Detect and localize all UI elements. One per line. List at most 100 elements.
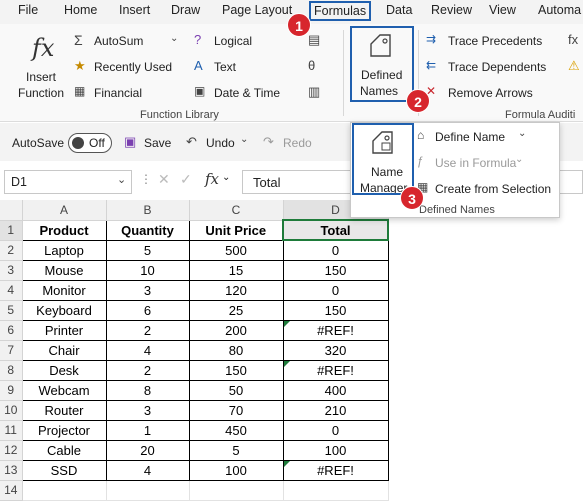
lookup-icon[interactable]: ▤ [308,32,320,48]
cell-a13[interactable]: SSD [21,459,107,481]
cell-a14[interactable] [21,479,107,501]
autosave-toggle[interactable]: Off [68,133,112,153]
cell-a12[interactable]: Cable [21,439,107,461]
cell-a10[interactable]: Router [21,399,107,421]
cell-d6[interactable]: #REF! [282,319,389,341]
row-header[interactable]: 14 [0,480,23,501]
tab-draw[interactable]: Draw [171,3,200,17]
tab-automate[interactable]: Automa [538,3,581,17]
undo-icon[interactable]: ↶ [186,134,197,150]
redo-label[interactable]: Redo [283,136,312,150]
tab-file[interactable]: File [18,3,38,17]
cell-d1[interactable]: Total [282,219,389,241]
cell-c6[interactable]: 200 [188,319,284,341]
cell-b3[interactable]: 10 [105,259,190,281]
row-header[interactable]: 3 [0,260,23,281]
show-formulas-icon[interactable]: fx [568,32,578,47]
cell-d5[interactable]: 150 [282,299,389,321]
math-trig-icon[interactable]: θ [308,58,315,73]
cell-a1[interactable]: Product [21,219,107,241]
cell-d4[interactable]: 0 [282,279,389,301]
tab-insert[interactable]: Insert [119,3,150,17]
cell-c9[interactable]: 50 [188,379,284,401]
cell-d13[interactable]: #REF! [282,459,389,481]
cell-b10[interactable]: 3 [105,399,190,421]
select-all-corner[interactable] [0,200,23,221]
name-box[interactable]: D1 ⌄ [4,170,132,194]
row-header[interactable]: 5 [0,300,23,321]
remove-arrows-button[interactable]: ✕ Remove Arrows [426,84,566,102]
cell-c2[interactable]: 500 [188,239,284,261]
cell-a9[interactable]: Webcam [21,379,107,401]
cell-b12[interactable]: 20 [105,439,190,461]
cell-d2[interactable]: 0 [282,239,389,261]
row-header[interactable]: 1 [0,220,23,241]
cell-c7[interactable]: 80 [188,339,284,361]
cell-b8[interactable]: 2 [105,359,190,381]
cell-d9[interactable]: 400 [282,379,389,401]
tab-view[interactable]: View [489,3,516,17]
insert-function-button[interactable]: fx Insert Function [14,28,70,102]
error-checking-icon[interactable]: ⚠ [568,58,580,74]
chevron-down-icon[interactable]: ⌄ [117,173,126,186]
row-header[interactable]: 8 [0,360,23,381]
cell-b7[interactable]: 4 [105,339,190,361]
row-header[interactable]: 12 [0,440,23,461]
row-header[interactable]: 2 [0,240,23,261]
recently-used-button[interactable]: ★ Recently Used [74,58,184,76]
logical-button[interactable]: ? Logical [194,32,274,50]
save-icon[interactable]: ▣ [124,134,136,150]
cell-c1[interactable]: Unit Price [188,219,284,241]
cell-c14[interactable] [188,479,284,501]
row-header[interactable]: 11 [0,420,23,441]
cell-d14[interactable] [282,479,389,501]
more-functions-icon[interactable]: ▥ [308,84,320,100]
cell-c12[interactable]: 5 [188,439,284,461]
cell-d7[interactable]: 320 [282,339,389,361]
chevron-down-icon[interactable]: ⌄ [222,172,230,183]
row-header[interactable]: 10 [0,400,23,421]
cell-a2[interactable]: Laptop [21,239,107,261]
cell-c11[interactable]: 450 [188,419,284,441]
cancel-icon[interactable]: ✕ [158,171,170,188]
cell-b4[interactable]: 3 [105,279,190,301]
cell-c13[interactable]: 100 [188,459,284,481]
cell-b11[interactable]: 1 [105,419,190,441]
cell-c8[interactable]: 150 [188,359,284,381]
undo-label[interactable]: Undo [206,136,235,150]
cell-b13[interactable]: 4 [105,459,190,481]
cell-b14[interactable] [105,479,190,501]
cell-d11[interactable]: 0 [282,419,389,441]
cell-a5[interactable]: Keyboard [21,299,107,321]
cell-c10[interactable]: 70 [188,399,284,421]
row-header[interactable]: 7 [0,340,23,361]
row-header[interactable]: 9 [0,380,23,401]
column-header-c[interactable]: C [189,200,284,221]
cell-d12[interactable]: 100 [282,439,389,461]
tab-formulas[interactable]: Formulas [309,1,372,21]
column-header-b[interactable]: B [106,200,190,221]
use-in-formula-button[interactable]: ƒ Use in Formula ⌄ [415,153,555,173]
cell-a6[interactable]: Printer [21,319,107,341]
tab-page-layout[interactable]: Page Layout [222,3,292,17]
cell-a7[interactable]: Chair [21,339,107,361]
financial-button[interactable]: ▦ Financial [74,84,184,102]
row-header[interactable]: 6 [0,320,23,341]
cell-b9[interactable]: 8 [105,379,190,401]
cell-a4[interactable]: Monitor [21,279,107,301]
row-header[interactable]: 4 [0,280,23,301]
cell-a8[interactable]: Desk [21,359,107,381]
tab-data[interactable]: Data [386,3,412,17]
undo-dropdown-icon[interactable]: ⌄ [240,134,248,145]
autosum-button[interactable]: Σ AutoSum ⌄ [74,32,184,50]
cell-c5[interactable]: 25 [188,299,284,321]
cell-a3[interactable]: Mouse [21,259,107,281]
cell-b2[interactable]: 5 [105,239,190,261]
trace-dependents-button[interactable]: ⇇ Trace Dependents [426,58,566,76]
insert-function-icon[interactable]: fx [205,170,219,188]
cell-d8[interactable]: #REF! [282,359,389,381]
cell-c3[interactable]: 15 [188,259,284,281]
save-label[interactable]: Save [144,136,171,150]
tab-home[interactable]: Home [64,3,97,17]
enter-icon[interactable]: ✓ [180,171,192,188]
